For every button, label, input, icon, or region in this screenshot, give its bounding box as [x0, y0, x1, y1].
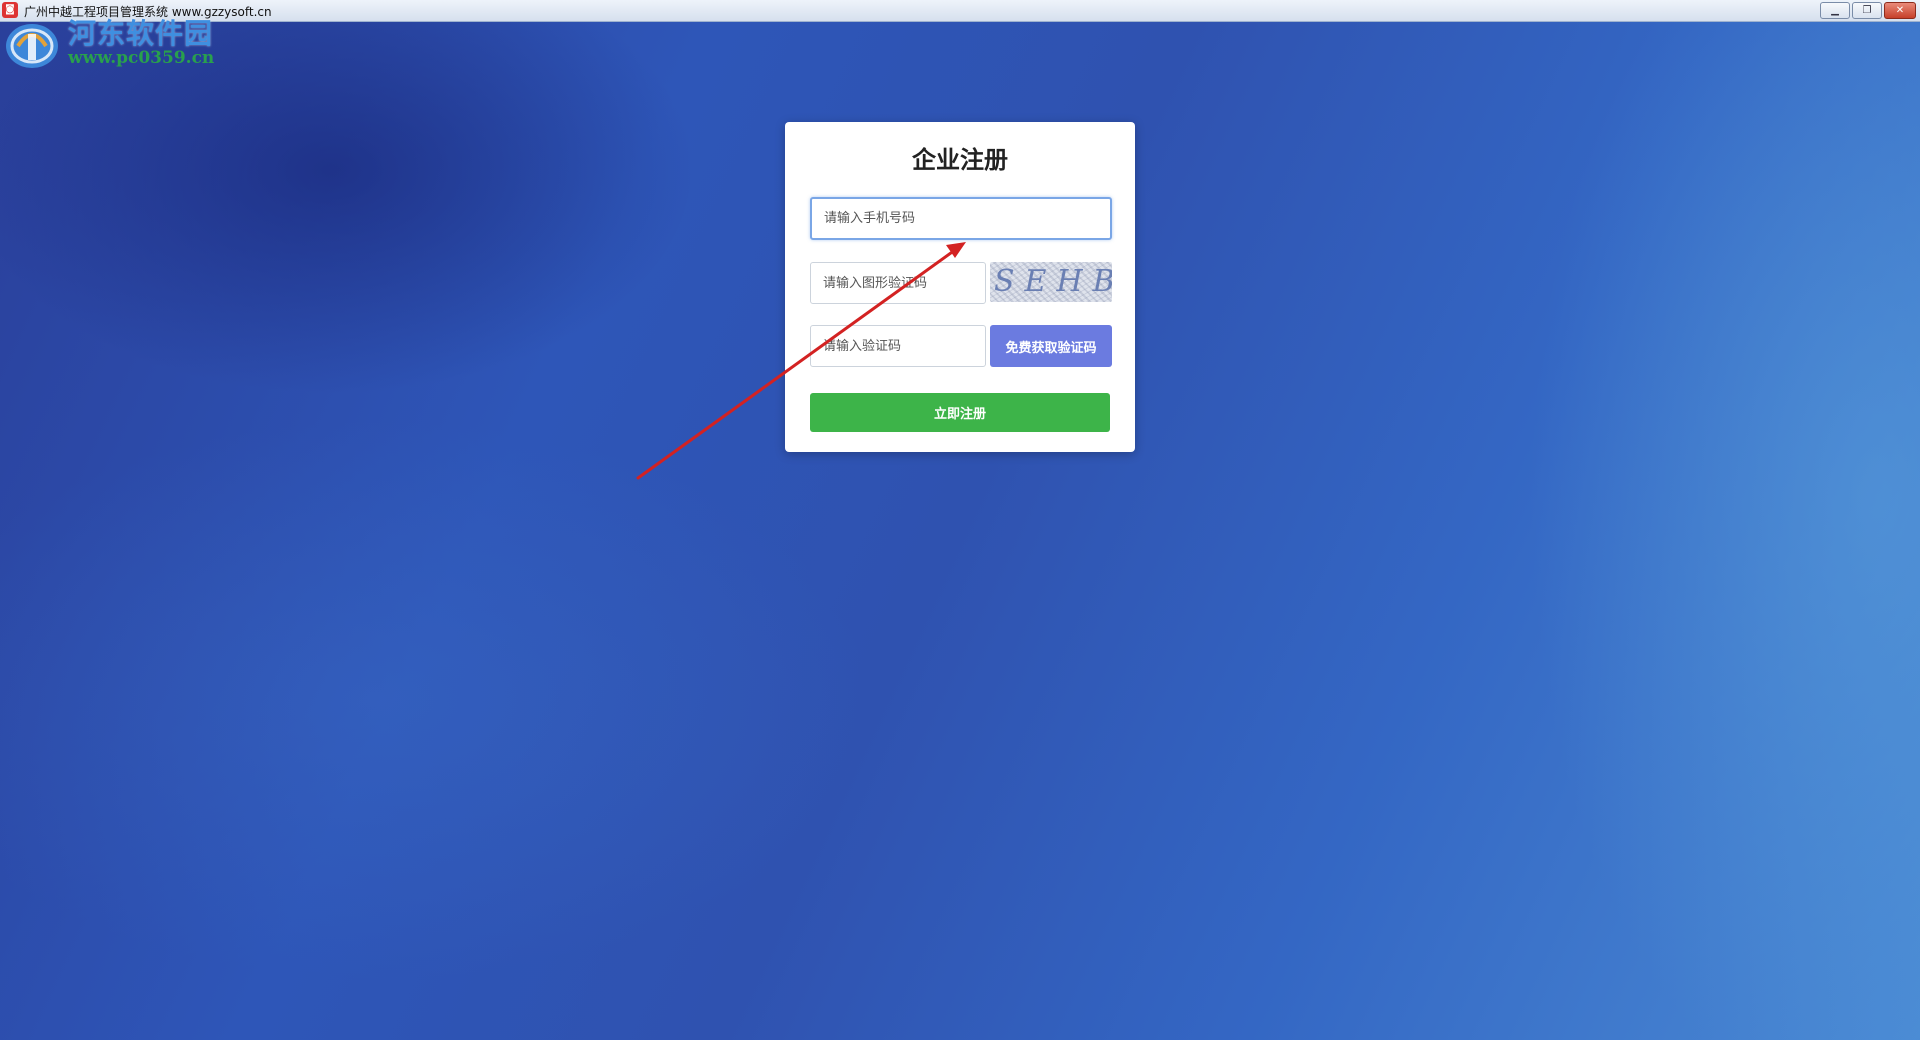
close-icon[interactable]: ✕	[1884, 2, 1916, 19]
watermark-url: www.pc0359.cn	[68, 48, 215, 68]
phone-input[interactable]	[810, 197, 1112, 240]
minimize-icon[interactable]: ▁	[1820, 2, 1850, 19]
register-button[interactable]: 立即注册	[810, 393, 1110, 432]
watermark-name: 河东软件园	[68, 17, 214, 50]
window-controls: ▁ ❐ ✕	[1820, 2, 1916, 19]
window-titlebar[interactable]: ◙ 广州中越工程项目管理系统 www.gzzysoft.cn ▁ ❐ ✕	[0, 0, 1920, 22]
restore-icon[interactable]: ❐	[1852, 2, 1882, 19]
registration-card: 企业注册 SEHB 免费获取验证码 立即注册	[785, 122, 1135, 452]
captcha-input[interactable]	[810, 262, 986, 304]
captcha-image-text: SEHB	[994, 264, 1112, 299]
page-title: 企业注册	[912, 146, 1008, 174]
get-sms-code-button[interactable]: 免费获取验证码	[990, 325, 1112, 367]
captcha-image[interactable]: SEHB	[990, 262, 1112, 302]
sms-code-input[interactable]	[810, 325, 986, 367]
watermark-logo-icon	[6, 24, 58, 68]
watermark: 河东软件园 www.pc0359.cn	[4, 12, 224, 72]
